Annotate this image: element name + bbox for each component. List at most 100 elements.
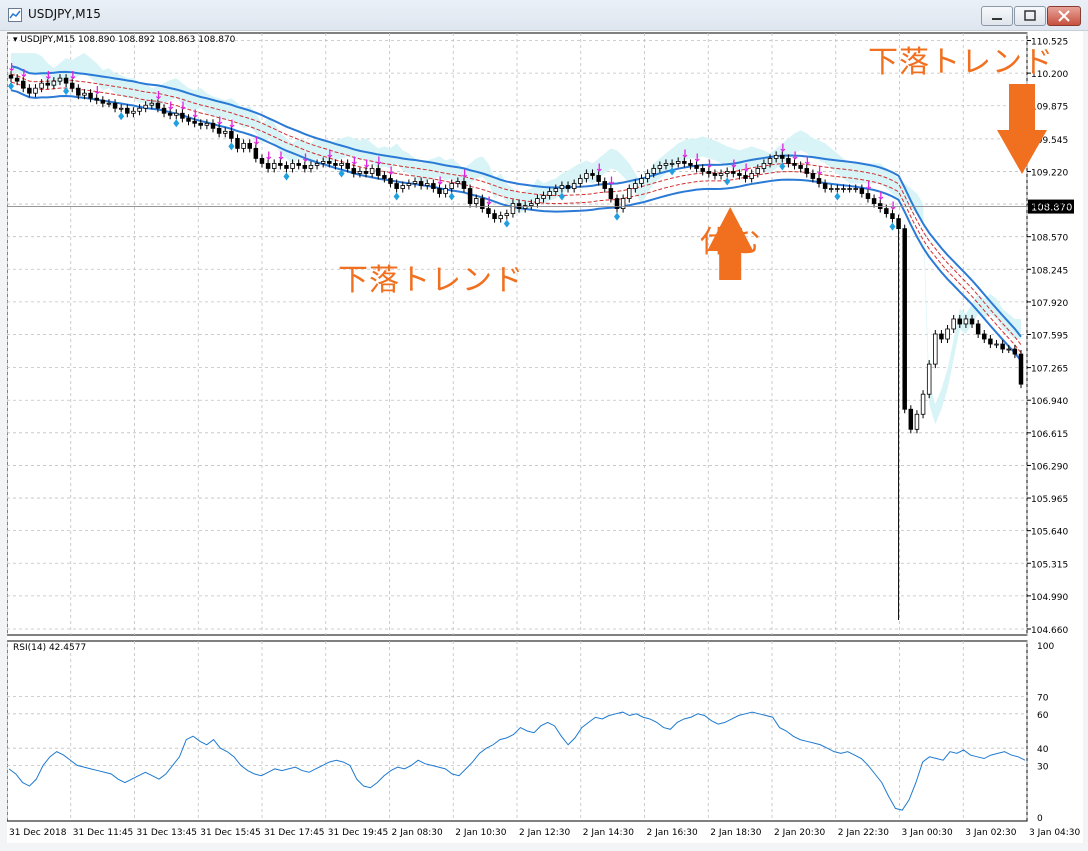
- candle-body: [651, 168, 656, 174]
- candle-body: [890, 213, 895, 220]
- candle-body: [143, 104, 148, 109]
- sell-arrow-icon: ↓: [93, 84, 102, 97]
- candle-body: [302, 165, 308, 169]
- candle-body: [412, 181, 418, 184]
- price-tick-label: 107.265: [1031, 365, 1068, 375]
- header-dropdown-icon[interactable]: ▾: [13, 35, 18, 45]
- candle-body: [865, 193, 871, 199]
- candle-body: [394, 183, 399, 189]
- candle-body: [486, 208, 491, 214]
- annotation-downtrend-2: 下落トレンド: [338, 263, 524, 298]
- candle-body: [988, 338, 993, 345]
- terminal-window: USDJPY,M15 ↓ ↓ ↓ ↓ ↓ ↓ ↓ ↓ ↓ ↓ ↓ ↓ ↓ ↓ ↓ ↓ ↓ ↓ ↓ ↓ ↓ ↓ ↓ ↓ ↓ ↓ ↓ ↓ ↓…: [0, 0, 1088, 851]
- candle-body: [669, 163, 675, 165]
- candle-body: [945, 328, 950, 340]
- title-bar: USDJPY,M15: [0, 0, 1088, 31]
- candle-body: [339, 163, 344, 166]
- chart-window-icon: [8, 8, 22, 22]
- sell-arrow-icon: ↓: [191, 107, 200, 120]
- candle-body: [535, 198, 540, 204]
- candle-body: [351, 168, 357, 174]
- time-tick-label: 3 Jan 02:30: [965, 828, 1017, 838]
- sell-arrow-icon: ↓: [680, 147, 689, 160]
- price-tick-label: 109.875: [1031, 103, 1068, 113]
- candle-body: [131, 110, 136, 114]
- candle-body: [975, 323, 981, 335]
- candle-body: [327, 161, 332, 164]
- time-tick-label: 2 Jan 20:30: [774, 828, 826, 838]
- candle-body: [743, 175, 748, 179]
- price-tick-label: 104.660: [1031, 626, 1068, 636]
- sell-arrow-icon: ↓: [387, 164, 396, 177]
- candle-body: [461, 181, 467, 189]
- candle-body: [608, 188, 614, 199]
- candle-body: [51, 80, 57, 86]
- candle-body: [100, 99, 106, 104]
- sell-arrow-icon: ↓: [778, 141, 787, 154]
- chart-background: [7, 31, 1083, 843]
- sell-arrow-icon: ↓: [276, 149, 285, 162]
- price-tick-label: 108.570: [1031, 234, 1068, 244]
- sell-arrow-icon: ↓: [264, 149, 273, 162]
- candle-body: [663, 163, 669, 166]
- candle-body: [33, 87, 38, 94]
- candle-body: [400, 185, 406, 189]
- candle-body: [571, 183, 577, 189]
- candle-body: [418, 181, 424, 186]
- sell-arrow-icon: ↓: [435, 175, 444, 188]
- candle-body: [547, 191, 552, 196]
- candle-body: [467, 188, 473, 204]
- rsi-level-label: 70: [1037, 694, 1049, 704]
- candle-body: [112, 102, 118, 109]
- maximize-button[interactable]: [1014, 6, 1046, 26]
- candle-body: [167, 112, 173, 116]
- candle-body: [69, 82, 75, 89]
- candle-body: [155, 102, 161, 109]
- candle-body: [455, 181, 461, 184]
- close-button[interactable]: [1047, 6, 1081, 26]
- candle-body: [620, 198, 626, 209]
- minimize-icon: [992, 18, 1002, 20]
- candle-body: [363, 171, 369, 174]
- candle-body: [27, 87, 32, 94]
- candle-body: [982, 333, 987, 340]
- candle-body: [792, 163, 797, 166]
- candle-body: [633, 183, 638, 189]
- price-tick-label: 108.245: [1031, 266, 1068, 276]
- time-tick-label: 31 Dec 11:45: [73, 828, 134, 838]
- candle-body: [767, 158, 773, 164]
- candle-body: [222, 130, 228, 134]
- sell-arrow-icon: ↓: [301, 151, 310, 164]
- price-tick-label: 104.990: [1031, 593, 1068, 603]
- candle-body: [198, 122, 204, 126]
- candle-body: [314, 163, 320, 166]
- sell-arrow-icon: ↓: [876, 190, 885, 203]
- candle-body: [939, 333, 944, 340]
- candle-body: [626, 188, 632, 199]
- sell-arrow-icon: ↓: [325, 147, 334, 160]
- candle-body: [694, 165, 699, 169]
- candle-body: [149, 102, 155, 106]
- candle-body: [578, 178, 583, 184]
- sell-arrow-icon: ↓: [7, 61, 16, 74]
- sell-arrow-icon: ↓: [484, 195, 493, 208]
- annotation-downtrend-1: 下落トレンド: [868, 45, 1054, 80]
- minimize-button[interactable]: [981, 6, 1013, 26]
- time-tick-label: 31 Dec 19:45: [328, 828, 389, 838]
- candle-body: [914, 413, 920, 430]
- sell-arrow-icon: ↓: [693, 151, 702, 164]
- candle-body: [320, 161, 326, 164]
- candle-body: [437, 188, 442, 194]
- sell-arrow-icon: ↓: [791, 149, 800, 162]
- candle-body: [712, 173, 718, 176]
- chart-canvas[interactable]: ↓ ↓ ↓ ↓↓ ↓↓ ↓↓↓ ↓↓↓ ↓ ↓ ↓↓ ↓ ↓↓↓↓↓↓↓↓ ↓ ↓ ↓ ↓↓↓ ↓↓↓↓↓ 108…: [7, 31, 1083, 843]
- candle-body: [253, 147, 259, 159]
- price-tick-label: 106.940: [1031, 397, 1068, 407]
- candle-body: [406, 183, 412, 186]
- candle-body: [804, 168, 810, 174]
- candle-body: [8, 74, 14, 79]
- candle-body: [596, 175, 601, 182]
- candle-body: [284, 165, 289, 169]
- sell-arrow-icon: ↓: [374, 154, 383, 167]
- price-tick-label: 105.315: [1031, 560, 1068, 570]
